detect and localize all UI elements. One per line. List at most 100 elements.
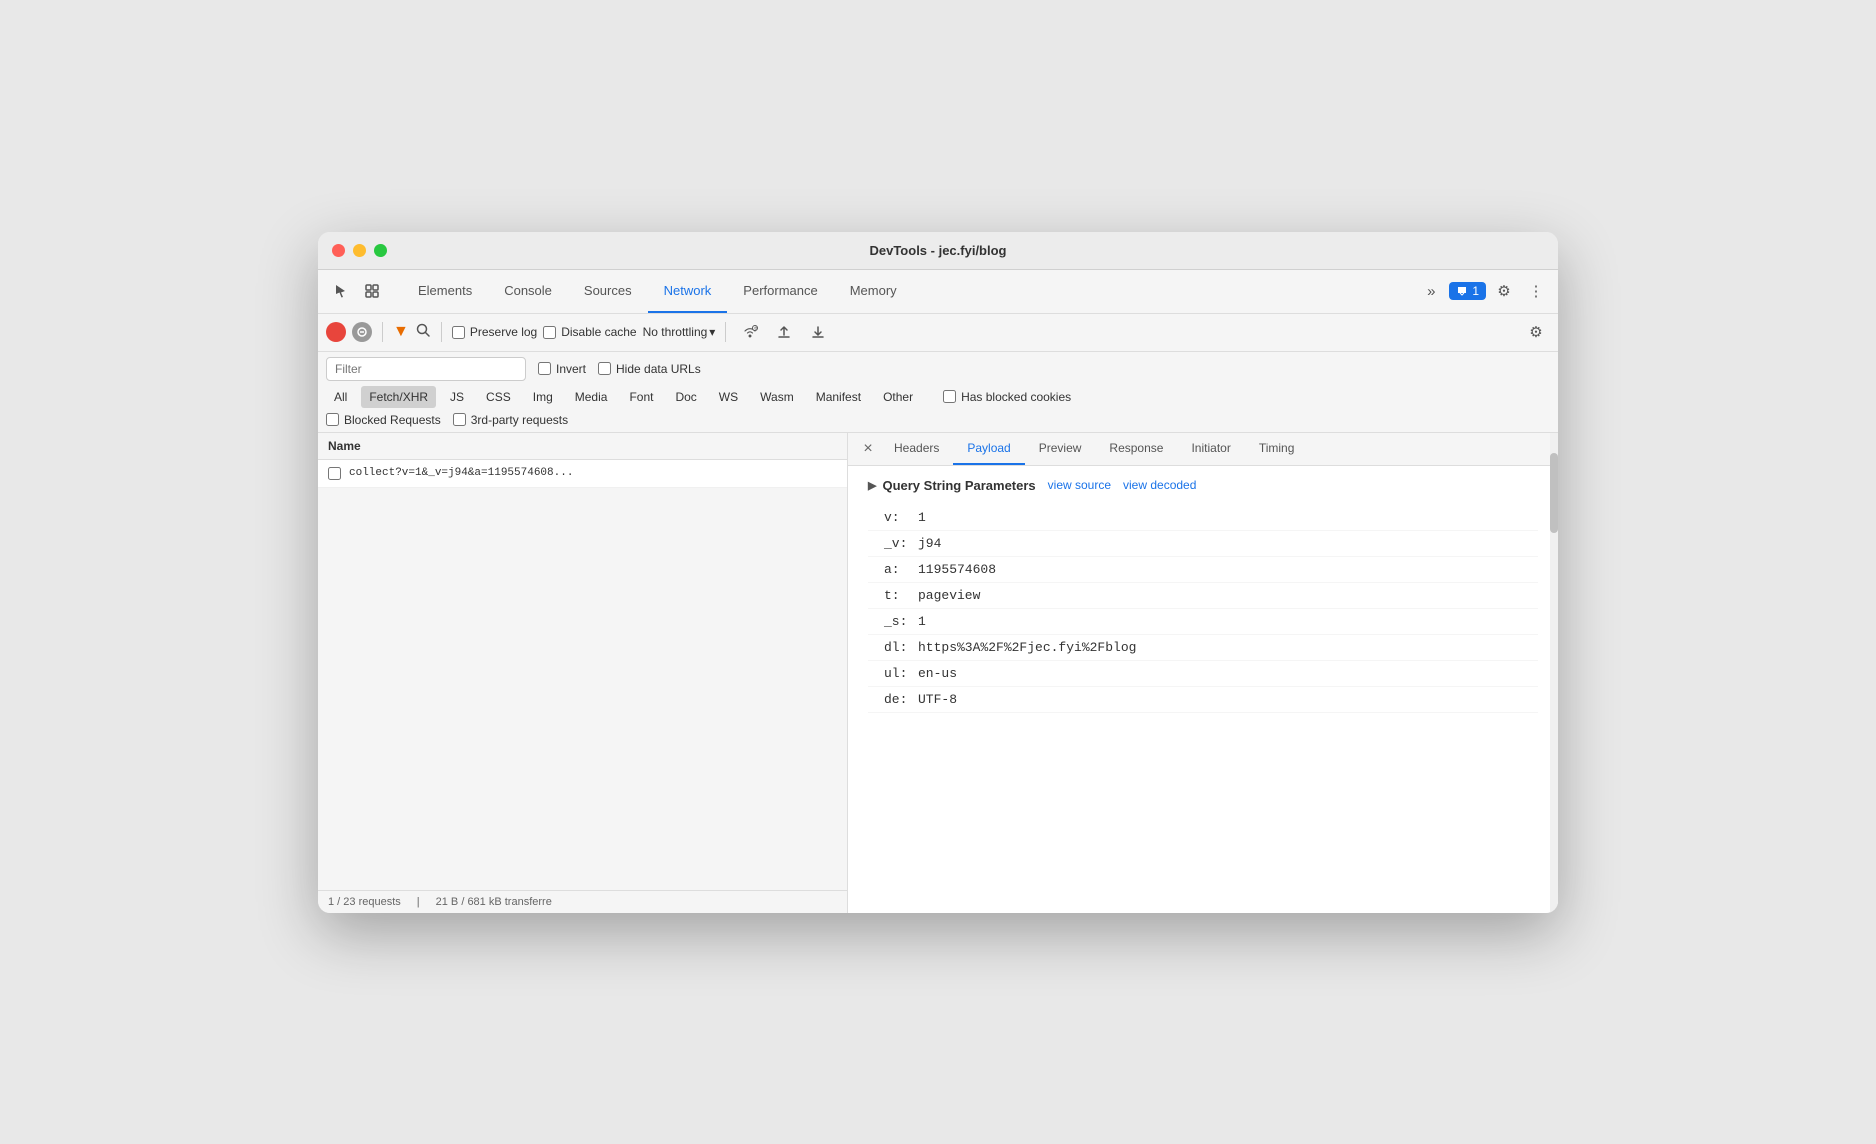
has-blocked-cookies-checkbox[interactable] [943, 390, 956, 403]
param-t: t: pageview [868, 583, 1538, 609]
more-tabs-button[interactable]: » [1417, 277, 1445, 305]
detail-panel: × Headers Payload Preview Response Initi… [848, 433, 1558, 913]
close-button[interactable] [332, 244, 345, 257]
filter-font[interactable]: Font [621, 386, 661, 408]
detail-content: ▶ Query String Parameters view source vi… [848, 466, 1558, 913]
divider [382, 322, 383, 342]
tab-payload[interactable]: Payload [953, 433, 1024, 465]
minimize-button[interactable] [353, 244, 366, 257]
hide-data-urls-label[interactable]: Hide data URLs [598, 362, 701, 376]
upload-icon[interactable] [770, 318, 798, 346]
has-blocked-cookies-label[interactable]: Has blocked cookies [943, 390, 1071, 404]
main-content: Name collect?v=1&_v=j94&a=1195574608... … [318, 433, 1558, 913]
settings-button[interactable]: ⚙ [1490, 277, 1518, 305]
scroll-track [1550, 433, 1558, 913]
params-list: v: 1 _v: j94 a: 1195574608 t: pageview [868, 505, 1538, 713]
tab-network[interactable]: Network [648, 269, 728, 313]
third-party-checkbox[interactable] [453, 413, 466, 426]
status-bar: 1 / 23 requests | 21 B / 681 kB transfer… [318, 890, 847, 913]
filter-media[interactable]: Media [567, 386, 616, 408]
request-checkbox[interactable] [328, 467, 341, 480]
close-detail-button[interactable]: × [856, 437, 880, 461]
filter-doc[interactable]: Doc [667, 386, 704, 408]
filter-manifest[interactable]: Manifest [808, 386, 869, 408]
devtools-icons [326, 277, 386, 305]
tab-headers[interactable]: Headers [880, 433, 953, 465]
requests-header: Name [318, 433, 847, 460]
throttle-area[interactable]: No throttling ▾ [643, 325, 716, 339]
tab-console[interactable]: Console [488, 269, 568, 313]
filter-fetch-xhr[interactable]: Fetch/XHR [361, 386, 436, 408]
section-title: ▶ Query String Parameters [868, 478, 1036, 493]
tab-timing[interactable]: Timing [1245, 433, 1309, 465]
filter-types: All Fetch/XHR JS CSS Img Media Font Doc [326, 386, 1550, 408]
scroll-thumb[interactable] [1550, 453, 1558, 533]
tab-preview[interactable]: Preview [1025, 433, 1096, 465]
filter-bar: Invert Hide data URLs All Fetch/XHR JS C… [318, 352, 1558, 433]
filter-other[interactable]: Other [875, 386, 921, 408]
filter-wasm[interactable]: Wasm [752, 386, 802, 408]
filter-input[interactable] [326, 357, 526, 381]
requests-panel: Name collect?v=1&_v=j94&a=1195574608... … [318, 433, 848, 913]
section-header: ▶ Query String Parameters view source vi… [868, 478, 1538, 493]
filter-icon: ▼ [393, 323, 409, 341]
cursor-icon[interactable] [326, 277, 354, 305]
tab-initiator[interactable]: Initiator [1177, 433, 1244, 465]
wifi-settings-icon[interactable]: ⚙ [736, 318, 764, 346]
hide-data-urls-checkbox[interactable] [598, 362, 611, 375]
filter-js[interactable]: JS [442, 386, 472, 408]
filter-row3: Blocked Requests 3rd-party requests [326, 413, 1550, 427]
param-a: a: 1195574608 [868, 557, 1538, 583]
tab-sources[interactable]: Sources [568, 269, 648, 313]
record-button[interactable] [326, 322, 346, 342]
filter-css[interactable]: CSS [478, 386, 519, 408]
disable-cache-checkbox[interactable] [543, 326, 556, 339]
filter-all[interactable]: All [326, 386, 355, 408]
param-v: v: 1 [868, 505, 1538, 531]
requests-list: collect?v=1&_v=j94&a=1195574608... [318, 460, 847, 890]
preserve-log-checkbox[interactable] [452, 326, 465, 339]
devtools-window: DevTools - jec.fyi/blog Elements [318, 232, 1558, 913]
more-vert-button[interactable]: ⋮ [1522, 277, 1550, 305]
detail-tabs: × Headers Payload Preview Response Initi… [848, 433, 1558, 466]
search-icon[interactable] [415, 322, 431, 342]
param-_v: _v: j94 [868, 531, 1538, 557]
cancel-button[interactable] [352, 322, 372, 342]
network-settings-icon[interactable]: ⚙ [1522, 318, 1550, 346]
request-name: collect?v=1&_v=j94&a=1195574608... [349, 467, 573, 479]
filter-img[interactable]: Img [525, 386, 561, 408]
blocked-requests-label[interactable]: Blocked Requests [326, 413, 441, 427]
tab-response[interactable]: Response [1095, 433, 1177, 465]
invert-label[interactable]: Invert [538, 362, 586, 376]
nav-tabs: Elements Console Sources Network Perform… [402, 269, 1417, 313]
network-toolbar: ▼ Preserve log Disable cache No throttli… [318, 314, 1558, 352]
inspect-icon[interactable] [358, 277, 386, 305]
divider2 [441, 322, 442, 342]
title-bar: DevTools - jec.fyi/blog [318, 232, 1558, 270]
filter-ws[interactable]: WS [711, 386, 746, 408]
disable-cache-label[interactable]: Disable cache [543, 325, 636, 339]
table-row[interactable]: collect?v=1&_v=j94&a=1195574608... [318, 460, 847, 488]
nav-icons-right: » 1 ⚙ ⋮ [1417, 277, 1550, 305]
notification-badge[interactable]: 1 [1449, 282, 1486, 300]
tab-performance[interactable]: Performance [727, 269, 833, 313]
view-source-link[interactable]: view source [1048, 478, 1111, 492]
download-icon[interactable] [804, 318, 832, 346]
param-_s: _s: 1 [868, 609, 1538, 635]
svg-text:⚙: ⚙ [754, 326, 758, 331]
param-ul: ul: en-us [868, 661, 1538, 687]
param-dl: dl: https%3A%2F%2Fjec.fyi%2Fblog [868, 635, 1538, 661]
maximize-button[interactable] [374, 244, 387, 257]
divider3 [725, 322, 726, 342]
third-party-label[interactable]: 3rd-party requests [453, 413, 568, 427]
window-title: DevTools - jec.fyi/blog [869, 243, 1006, 258]
blocked-requests-checkbox[interactable] [326, 413, 339, 426]
nav-toolbar: Elements Console Sources Network Perform… [318, 270, 1558, 314]
preserve-log-label[interactable]: Preserve log [452, 325, 537, 339]
tab-memory[interactable]: Memory [834, 269, 913, 313]
triangle-icon: ▶ [868, 479, 876, 492]
view-decoded-link[interactable]: view decoded [1123, 478, 1196, 492]
traffic-lights [332, 244, 387, 257]
tab-elements[interactable]: Elements [402, 269, 488, 313]
invert-checkbox[interactable] [538, 362, 551, 375]
